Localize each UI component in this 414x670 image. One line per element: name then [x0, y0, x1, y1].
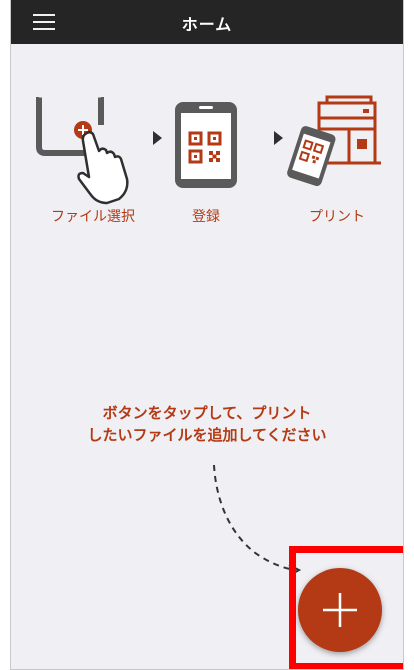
step-label-select-file: ファイル選択	[51, 209, 135, 225]
phone-screen: ホーム ファイル選択 登録 プリント ボタンをタップして、プリント したいファイ…	[10, 0, 404, 670]
step-arrow-icon	[274, 131, 283, 145]
steps-guide: ファイル選択 登録 プリント	[11, 95, 403, 230]
qr-phone-icon	[175, 102, 237, 188]
step-arrow-icon	[153, 131, 162, 145]
instruction-line-1: ボタンをタップして、プリント	[102, 404, 312, 422]
step-label-register: 登録	[192, 209, 220, 225]
app-header: ホーム	[11, 0, 403, 44]
instruction-text: ボタンをタップして、プリント したいファイルを追加してください	[11, 402, 403, 446]
step-label-print: プリント	[309, 209, 365, 225]
page-title: ホーム	[181, 15, 233, 34]
add-file-button[interactable]	[298, 568, 382, 652]
printer-qr-icon	[287, 95, 381, 186]
tablet-tap-icon	[36, 96, 129, 205]
plus-icon	[323, 593, 357, 627]
instruction-line-2: したいファイルを追加してください	[87, 426, 327, 444]
